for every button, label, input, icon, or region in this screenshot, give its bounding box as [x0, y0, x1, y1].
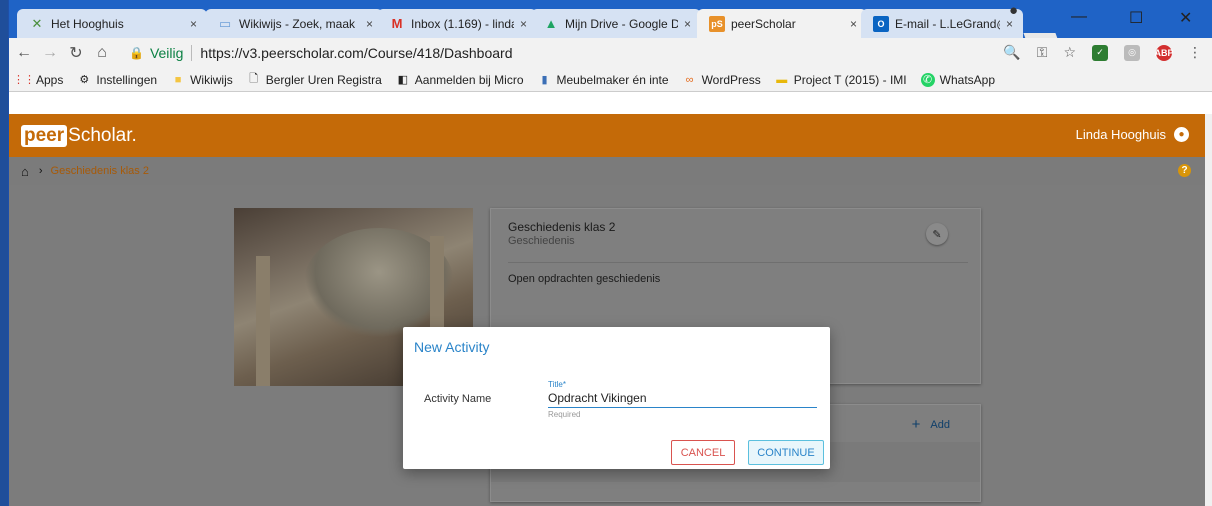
gmail-favicon: M: [391, 16, 403, 31]
key-icon[interactable]: ⚿: [1037, 44, 1048, 61]
divider: [191, 45, 193, 61]
gear-icon: ⚙: [79, 74, 90, 86]
bookmark-microsoft[interactable]: ◧ Aanmelden bij Micro: [396, 73, 524, 87]
tab-peerscholar[interactable]: pS peerScholar ×: [697, 9, 867, 38]
forward-arrow-icon[interactable]: →: [39, 44, 61, 62]
wikiwijs-favicon: ▭: [218, 15, 232, 31]
menu-dots-icon[interactable]: ⋮: [1188, 44, 1202, 61]
browser-toolbar: ← → ↻ ⌂ 🔒 Veilig https://v3.peerscholar.…: [9, 38, 1212, 68]
reload-icon[interactable]: ↻: [65, 43, 87, 63]
add-activity-button[interactable]: + Add: [912, 416, 950, 433]
breadcrumb-course[interactable]: Geschiedenis klas 2: [51, 165, 149, 177]
url-text[interactable]: https://v3.peerscholar.com/Course/418/Da…: [200, 45, 512, 61]
breadcrumb: ⌂ › Geschiedenis klas 2 ?: [9, 157, 1205, 185]
drive-favicon: ▲: [544, 16, 558, 31]
hooghuis-favicon: ✕: [31, 15, 43, 31]
maximize-icon[interactable]: ☐: [1129, 8, 1143, 28]
peerscholar-favicon: pS: [709, 15, 725, 32]
page-scrollbar[interactable]: [1205, 114, 1212, 506]
extension-icon[interactable]: ✓: [1092, 44, 1108, 61]
bookmark-instellingen[interactable]: ⚙ Instellingen: [77, 73, 157, 87]
dialog-title: New Activity: [414, 339, 490, 355]
zoom-icon[interactable]: 🔍: [1003, 44, 1020, 61]
imdb-icon: ▬: [776, 73, 788, 86]
meubelmaker-icon: ▮: [541, 74, 548, 86]
minimize-icon[interactable]: —: [1071, 8, 1087, 26]
required-hint: Required: [548, 410, 581, 419]
close-icon[interactable]: ×: [520, 17, 527, 31]
home-icon[interactable]: ⌂: [91, 44, 113, 62]
close-icon[interactable]: ×: [190, 17, 197, 31]
close-window-icon[interactable]: ✕: [1179, 8, 1192, 28]
bookmark-meubelmaker[interactable]: ▮ Meubelmaker én inte: [538, 73, 668, 87]
tab-wikiwijs[interactable]: ▭ Wikiwijs - Zoek, maak ×: [205, 9, 383, 38]
user-name: Linda Hooghuis: [1075, 127, 1166, 142]
new-activity-dialog: New Activity Activity Name Title* Requir…: [403, 327, 830, 469]
microsoft-icon: ◧: [397, 74, 408, 86]
title-floating-label: Title*: [548, 380, 566, 389]
peerscholar-logo[interactable]: peer Scholar.: [21, 124, 137, 147]
extension-gray-icon[interactable]: ◎: [1124, 44, 1140, 61]
tab-strip: ✕ Het Hooghuis × ▭ Wikiwijs - Zoek, maak…: [9, 0, 1212, 47]
bookmark-whatsapp[interactable]: ✆ WhatsApp: [920, 72, 995, 87]
bookmark-project-t[interactable]: ▬ Project T (2015) - IMI: [775, 73, 906, 87]
activity-name-label: Activity Name: [424, 393, 492, 405]
divider: [508, 262, 968, 263]
secure-label: Veilig: [149, 45, 184, 61]
chevron-right-icon: ›: [38, 165, 43, 177]
adblock-icon[interactable]: ABP: [1155, 44, 1174, 61]
course-title: Geschiedenis klas 2: [508, 220, 616, 234]
course-description: Open opdrachten geschiedenis: [508, 273, 661, 285]
outlook-favicon: O: [873, 15, 889, 32]
bookmark-wordpress[interactable]: ∞ WordPress: [683, 73, 761, 87]
tab-inbox[interactable]: M Inbox (1.169) - lindal ×: [377, 9, 537, 38]
edit-icon[interactable]: ✎: [926, 223, 948, 245]
browser-window: ✕ Het Hooghuis × ▭ Wikiwijs - Zoek, maak…: [8, 0, 1212, 506]
tab-het-hooghuis[interactable]: ✕ Het Hooghuis ×: [17, 9, 207, 38]
close-icon[interactable]: ×: [366, 17, 373, 31]
user-avatar-icon: ●: [1174, 127, 1189, 142]
title-input[interactable]: [548, 390, 817, 408]
home-icon[interactable]: ⌂: [21, 164, 29, 179]
lock-icon: 🔒: [129, 46, 144, 60]
back-arrow-icon[interactable]: ←: [13, 44, 35, 62]
bookmark-wikiwijs[interactable]: ■ Wikiwijs: [171, 73, 233, 87]
cancel-button[interactable]: CANCEL: [671, 440, 735, 465]
wordpress-icon: ∞: [685, 73, 694, 86]
tab-drive[interactable]: ▲ Mijn Drive - Google D ×: [531, 9, 701, 38]
toolbar-actions: 🔍 ⚿ ☆ ✓ ◎ ABP ⋮: [1003, 44, 1202, 61]
title-field: Title* Required: [548, 380, 817, 419]
course-subject: Geschiedenis: [508, 235, 575, 247]
address-bar[interactable]: 🔒 Veilig https://v3.peerscholar.com/Cour…: [129, 41, 1007, 65]
folder-icon: ■: [174, 73, 182, 86]
tab-email[interactable]: O E-mail - L.LeGrand@ ×: [861, 9, 1023, 38]
plus-icon: +: [911, 416, 921, 433]
close-icon[interactable]: ×: [684, 17, 691, 31]
app-header: peer Scholar. Linda Hooghuis ●: [9, 114, 1205, 157]
continue-button[interactable]: CONTINUE: [748, 440, 824, 465]
whatsapp-icon: ✆: [920, 72, 935, 87]
profile-icon[interactable]: ●: [1009, 2, 1018, 19]
bookmark-bergler[interactable]: 🗋 Bergler Uren Registra: [247, 73, 381, 87]
bookmark-apps[interactable]: ⋮⋮ Apps: [13, 73, 63, 87]
help-icon[interactable]: ?: [1178, 164, 1191, 177]
user-menu[interactable]: Linda Hooghuis ●: [1076, 127, 1189, 142]
close-icon[interactable]: ×: [850, 17, 857, 31]
page-icon: 🗋: [249, 73, 259, 85]
star-icon[interactable]: ☆: [1063, 44, 1076, 61]
bookmarks-bar: ⋮⋮ Apps ⚙ Instellingen ■ Wikiwijs 🗋 Bergler …: [9, 68, 1212, 92]
apps-grid-icon: ⋮⋮: [13, 74, 35, 86]
